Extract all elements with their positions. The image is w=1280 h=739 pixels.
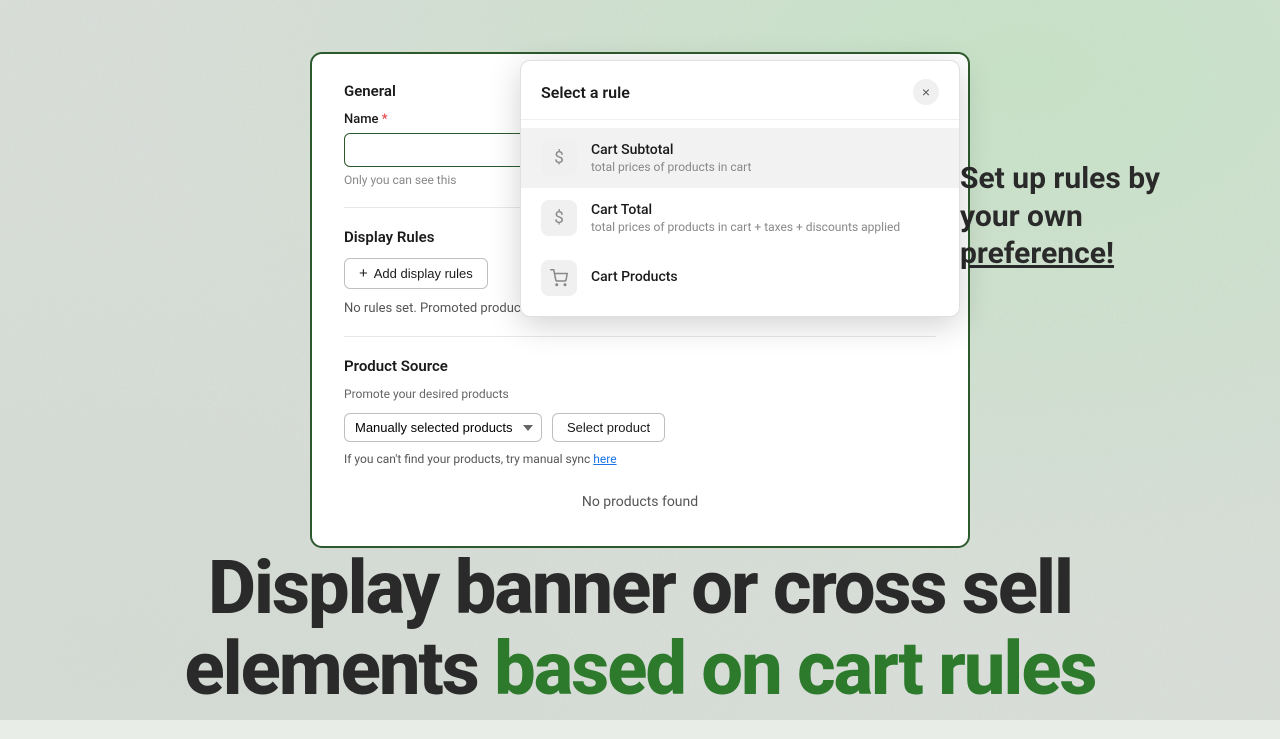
- cart-total-icon: $: [541, 200, 577, 236]
- required-indicator: *: [379, 112, 388, 127]
- green-words: based on cart rules: [494, 626, 1095, 713]
- page-wrapper: General Name * Only you can see this Dis…: [0, 0, 1280, 720]
- side-text-block: Set up rules by your own preference!: [960, 160, 1220, 273]
- rule-item-cart-subtotal[interactable]: $ Cart Subtotal total prices of products…: [521, 128, 959, 188]
- rule-item-cart-total[interactable]: $ Cart Total total prices of products in…: [521, 188, 959, 248]
- product-controls: Manually selected products All products …: [344, 413, 936, 466]
- add-icon: +: [359, 265, 368, 282]
- cart-subtotal-icon: $: [541, 140, 577, 176]
- modal-title: Select a rule: [541, 83, 630, 102]
- product-source-desc: Promote your desired products: [344, 387, 936, 401]
- product-source-section: Product Source Promote your desired prod…: [344, 357, 936, 518]
- cart-products-name: Cart Products: [591, 269, 939, 285]
- add-display-rules-button[interactable]: + Add display rules: [344, 258, 488, 289]
- sync-link[interactable]: here: [593, 452, 616, 466]
- select-product-button[interactable]: Select product: [552, 413, 665, 442]
- cart-subtotal-name: Cart Subtotal: [591, 142, 939, 158]
- cart-total-desc: total prices of products in cart + taxes…: [591, 220, 939, 234]
- product-source-title: Product Source: [344, 357, 936, 375]
- sync-hint: If you can't find your products, try man…: [344, 452, 617, 466]
- cart-total-name: Cart Total: [591, 202, 939, 218]
- product-source-dropdown[interactable]: Manually selected products All products …: [344, 413, 542, 442]
- divider-2: [344, 336, 936, 337]
- cart-products-icon: [541, 260, 577, 296]
- top-area: General Name * Only you can see this Dis…: [0, 0, 1280, 548]
- cart-subtotal-desc: total prices of products in cart: [591, 160, 939, 174]
- rule-selection-modal: Select a rule × $ Cart Subtotal total pr…: [520, 60, 960, 317]
- bottom-headline-block: Display banner or cross sell elements ba…: [0, 548, 1280, 739]
- bottom-headline: Display banner or cross sell elements ba…: [60, 548, 1220, 711]
- rule-list: $ Cart Subtotal total prices of products…: [521, 120, 959, 316]
- modal-header: Select a rule ×: [521, 61, 959, 120]
- modal-close-button[interactable]: ×: [913, 79, 939, 105]
- no-products-text: No products found: [344, 466, 936, 518]
- rule-item-cart-products[interactable]: Cart Products: [521, 248, 959, 308]
